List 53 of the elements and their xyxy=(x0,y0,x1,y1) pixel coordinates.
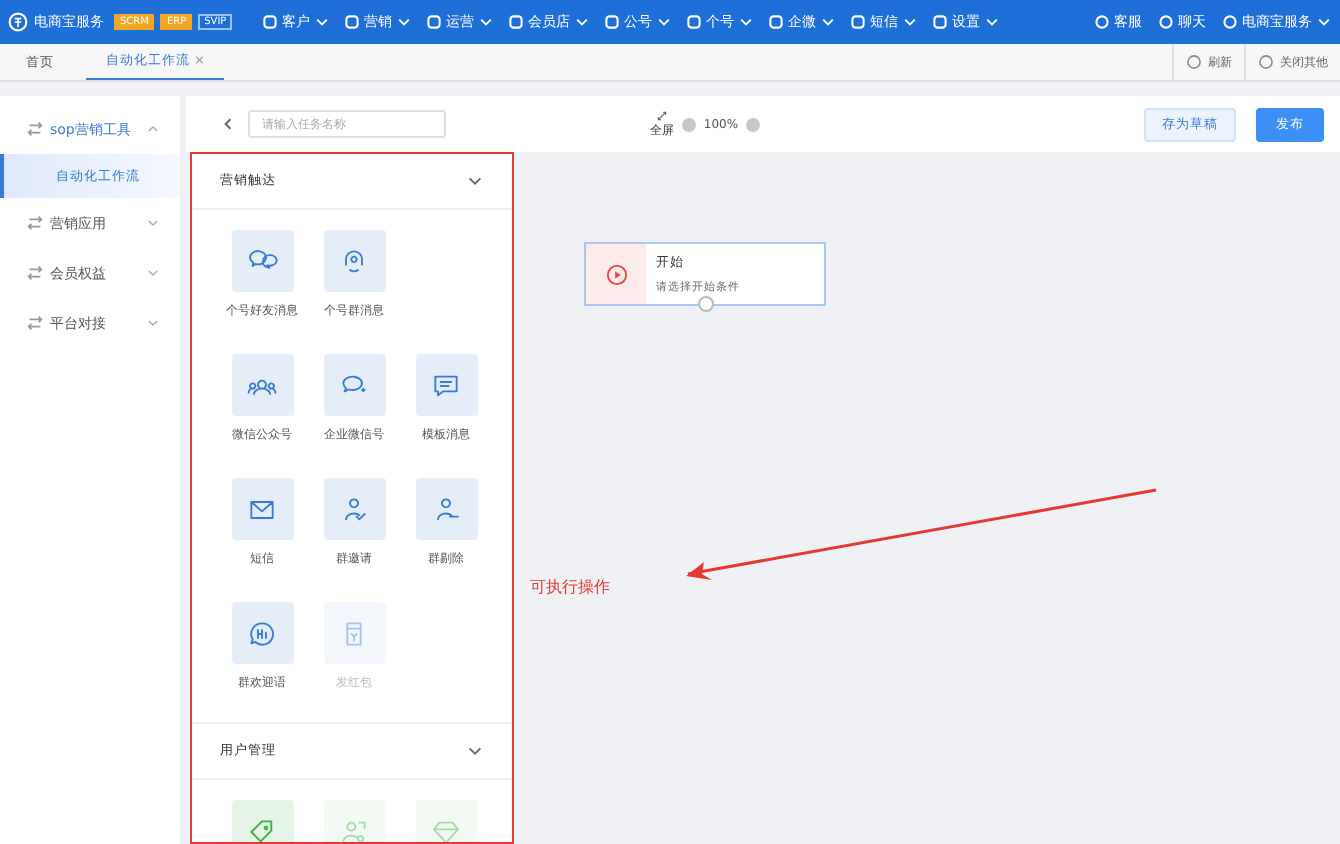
swap-arrows-icon xyxy=(26,214,44,232)
hi-bubble-icon xyxy=(246,617,278,649)
collapse-chevron-icon[interactable] xyxy=(466,742,484,760)
zoom-in-button[interactable] xyxy=(746,117,761,131)
circle-icon xyxy=(1222,14,1238,30)
menu-icon xyxy=(344,14,361,30)
menu-icon xyxy=(768,14,785,30)
play-icon xyxy=(605,263,627,285)
caret-icon xyxy=(1316,14,1332,30)
node-tile[interactable] xyxy=(323,478,385,540)
collapse-chevron-icon[interactable] xyxy=(466,172,484,190)
node-tile[interactable] xyxy=(415,354,477,416)
back-chevron-icon[interactable] xyxy=(220,116,236,132)
menu-icon xyxy=(508,14,525,30)
node-tile[interactable] xyxy=(323,230,385,292)
zoom-out-button[interactable] xyxy=(681,117,696,131)
caret-icon xyxy=(314,14,331,30)
menu-icon xyxy=(686,14,703,30)
swap-arrows-icon xyxy=(26,314,44,332)
menu-icon xyxy=(604,14,621,30)
close-circle-icon xyxy=(1258,54,1274,70)
node-tile[interactable] xyxy=(231,602,293,664)
caret-icon xyxy=(146,316,160,330)
node-tile[interactable] xyxy=(231,478,293,540)
swap-arrows-icon xyxy=(26,264,44,282)
caret-icon xyxy=(478,14,495,30)
node-tile[interactable] xyxy=(231,230,293,292)
circle-icon xyxy=(1094,14,1110,30)
node-tile[interactable] xyxy=(415,478,477,540)
caret-icon xyxy=(146,216,160,230)
caret-icon xyxy=(738,14,755,30)
menu-icon xyxy=(262,14,279,30)
refresh-icon xyxy=(1186,54,1202,70)
connection-port[interactable] xyxy=(698,296,714,312)
caret-icon xyxy=(820,14,837,30)
caret-icon xyxy=(146,122,160,136)
menu-icon xyxy=(850,14,867,30)
menu-icon xyxy=(932,14,949,30)
caret-icon xyxy=(146,266,160,280)
logo-icon xyxy=(8,12,28,32)
caret-icon xyxy=(396,14,413,30)
circle-icon xyxy=(1158,14,1174,30)
caret-icon xyxy=(574,14,591,30)
node-tile[interactable] xyxy=(323,354,385,416)
node-tile[interactable] xyxy=(231,354,293,416)
annotation-text: 可执行操作 xyxy=(530,576,610,598)
fullscreen-icon xyxy=(655,109,668,121)
menu-icon xyxy=(426,14,443,30)
caret-icon xyxy=(984,14,1001,30)
caret-icon xyxy=(656,14,673,30)
tag-icon xyxy=(246,815,278,842)
caret-icon xyxy=(902,14,919,30)
swap-arrows-icon xyxy=(26,120,44,138)
